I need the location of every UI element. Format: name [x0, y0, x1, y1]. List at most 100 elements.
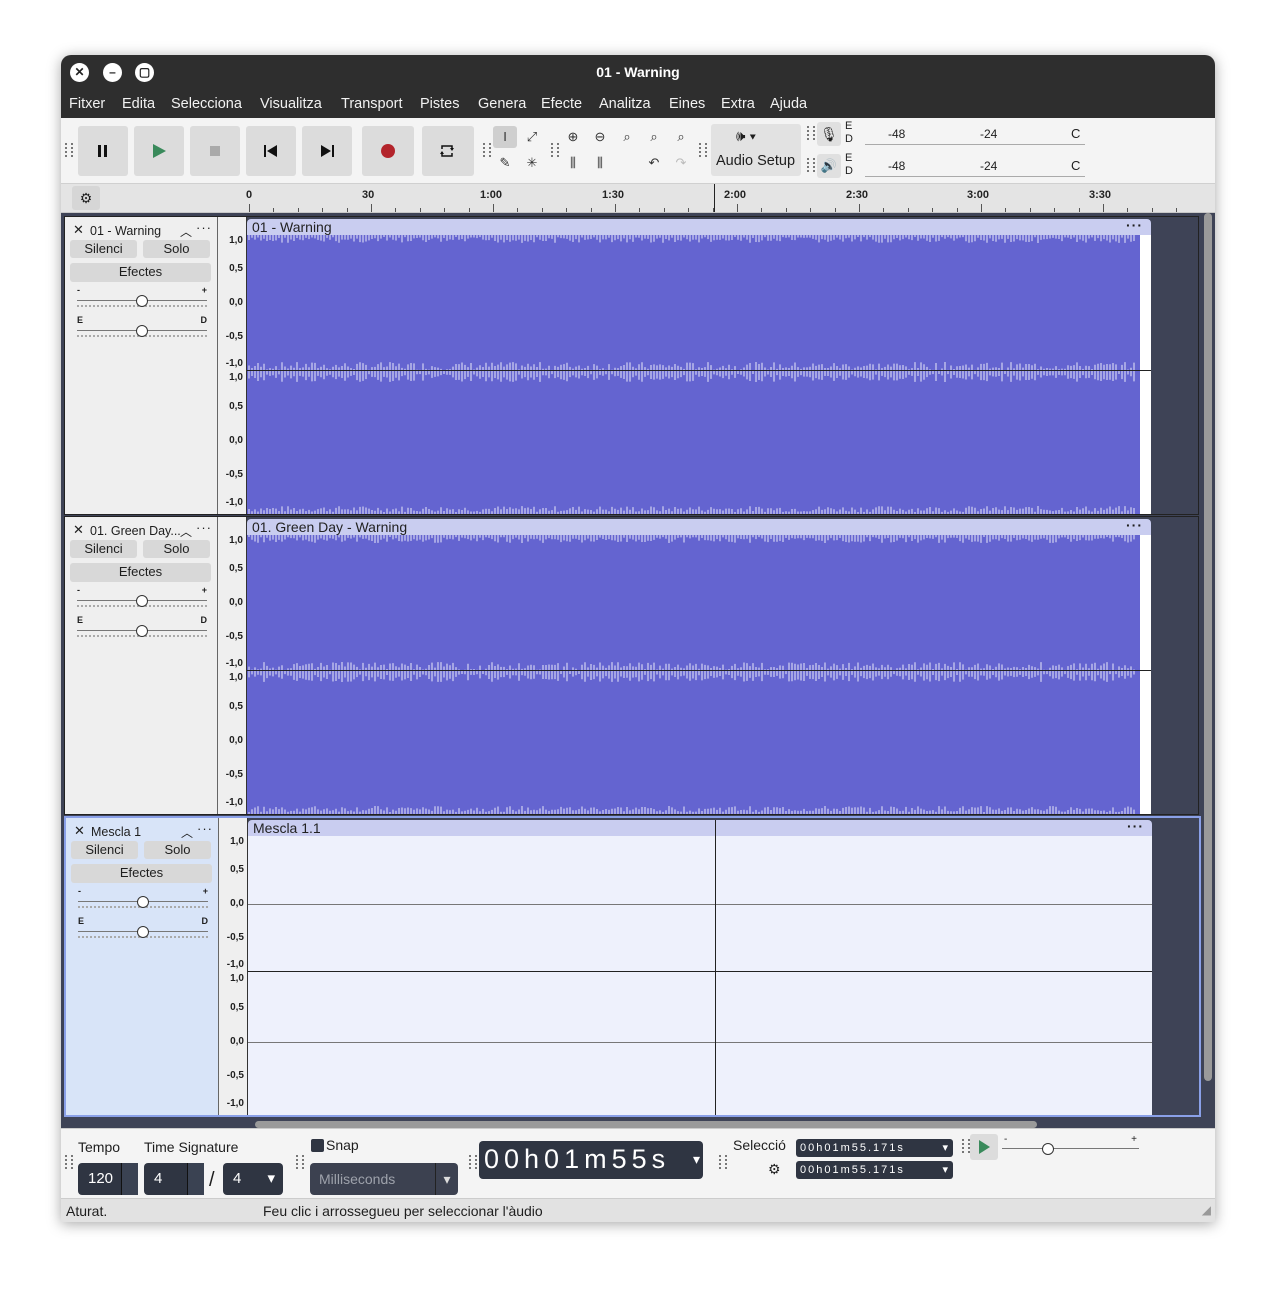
close-track-icon[interactable]: ✕: [74, 823, 85, 839]
track-mescla-1[interactable]: ✕ Mescla 1 ︿ ··· Silenci Solo Efectes - …: [64, 816, 1201, 1117]
pan-slider[interactable]: E D: [78, 916, 208, 938]
play-button[interactable]: [134, 126, 184, 176]
mute-button[interactable]: Silenci: [70, 240, 137, 258]
play-at-speed-button[interactable]: [970, 1134, 998, 1160]
pan-knob[interactable]: [136, 325, 148, 337]
gain-slider[interactable]: - +: [78, 886, 208, 908]
clip-header[interactable]: Mescla 1.1 ···: [248, 818, 1152, 836]
gain-knob[interactable]: [136, 595, 148, 607]
track-menu-icon[interactable]: ···: [196, 520, 212, 535]
clip-menu-icon[interactable]: ···: [1126, 517, 1143, 533]
toolbar-grip[interactable]: [807, 158, 815, 172]
playback-meter[interactable]: E D -48 -24 C: [843, 152, 1088, 177]
toolbar-grip[interactable]: [296, 1155, 304, 1169]
menu-efecte[interactable]: Efecte: [541, 96, 582, 112]
effects-button[interactable]: Efectes: [71, 864, 212, 883]
record-button[interactable]: [362, 126, 414, 176]
toolbar-grip[interactable]: [551, 143, 559, 157]
track-01-warning[interactable]: ✕ 01 - Warning ︿ ··· Silenci Solo Efecte…: [64, 216, 1199, 515]
menu-ajuda[interactable]: Ajuda: [770, 96, 807, 112]
effects-button[interactable]: Efectes: [70, 563, 211, 582]
toolbar-grip[interactable]: [699, 143, 707, 157]
waveform[interactable]: [248, 820, 1152, 1115]
solo-button[interactable]: Solo: [144, 841, 211, 859]
trim-audio-icon[interactable]: ⫼: [561, 152, 585, 174]
time-display[interactable]: 00h01m55s ▾: [479, 1141, 703, 1179]
gain-slider[interactable]: - +: [77, 585, 207, 607]
pan-knob[interactable]: [136, 625, 148, 637]
timeline-ruler[interactable]: ⚙ 0 30 1:00 1:30 2:00 2:30 3:00 3:30: [61, 184, 1215, 213]
mute-button[interactable]: Silenci: [71, 841, 138, 859]
clip-menu-icon[interactable]: ···: [1127, 818, 1144, 834]
microphone-icon[interactable]: 🎙: [817, 122, 841, 146]
speed-knob[interactable]: [1042, 1143, 1054, 1155]
timeline-settings-gear-icon[interactable]: ⚙: [72, 186, 100, 210]
clip-menu-icon[interactable]: ···: [1126, 217, 1143, 233]
solo-button[interactable]: Solo: [143, 540, 210, 558]
track-name[interactable]: 01. Green Day...: [90, 524, 181, 538]
menu-extra[interactable]: Extra: [721, 96, 755, 112]
toolbar-grip[interactable]: [469, 1155, 477, 1169]
effects-button[interactable]: Efectes: [70, 263, 211, 282]
menu-pistes[interactable]: Pistes: [420, 96, 460, 112]
time-signature-denominator[interactable]: 4 ▾: [223, 1163, 283, 1195]
fit-selection-icon[interactable]: ⌕: [615, 126, 639, 148]
selection-tool-icon[interactable]: I: [493, 126, 517, 148]
gain-knob[interactable]: [137, 896, 149, 908]
stop-button[interactable]: [190, 126, 240, 176]
collapse-track-icon[interactable]: ︿: [181, 824, 193, 841]
tempo-input[interactable]: 120: [78, 1163, 138, 1195]
toolbar-grip[interactable]: [962, 1139, 970, 1153]
audio-clip[interactable]: 01 - Warning ···: [247, 217, 1151, 514]
playhead-marker[interactable]: [714, 184, 715, 212]
collapse-track-icon[interactable]: ︿: [180, 523, 192, 540]
collapse-track-icon[interactable]: ︿: [180, 223, 192, 240]
toolbar-grip[interactable]: [807, 126, 815, 140]
undo-icon[interactable]: ↶: [642, 152, 666, 174]
track-menu-icon[interactable]: ···: [196, 220, 212, 235]
zoom-toggle-icon[interactable]: ⌕: [669, 126, 693, 148]
snap-checkbox[interactable]: [311, 1139, 324, 1152]
zoom-in-icon[interactable]: ⊕: [561, 126, 585, 148]
pan-knob[interactable]: [137, 926, 149, 938]
multi-tool-icon[interactable]: ✳: [520, 152, 544, 174]
waveform[interactable]: [247, 535, 1151, 814]
redo-icon[interactable]: ↷: [669, 152, 693, 174]
snap-unit-select[interactable]: Milliseconds ▾: [310, 1163, 458, 1195]
time-signature-numerator[interactable]: 4: [144, 1163, 204, 1195]
playback-speed-slider[interactable]: - +: [1002, 1134, 1139, 1158]
toolbar-grip[interactable]: [65, 143, 73, 157]
toolbar-grip[interactable]: [65, 1155, 73, 1169]
track-green-day-warning[interactable]: ✕ 01. Green Day... ︿ ··· Silenci Solo Ef…: [64, 516, 1199, 815]
audio-clip[interactable]: Mescla 1.1 ···: [248, 818, 1152, 1115]
tempo-stepper-icon[interactable]: [121, 1163, 138, 1195]
menu-visualitza[interactable]: Visualitza: [260, 96, 322, 112]
audio-clip[interactable]: 01. Green Day - Warning ···: [247, 517, 1151, 814]
silence-audio-icon[interactable]: ⫼: [588, 152, 612, 174]
loop-button[interactable]: [422, 126, 474, 176]
clip-header[interactable]: 01. Green Day - Warning ···: [247, 517, 1151, 535]
resize-grip-icon[interactable]: ◢: [1202, 1203, 1211, 1217]
selection-start-time[interactable]: 00h01m55.171s ▾: [796, 1139, 953, 1157]
close-track-icon[interactable]: ✕: [73, 222, 84, 238]
track-name[interactable]: 01 - Warning: [90, 224, 161, 238]
pause-button[interactable]: [78, 126, 128, 176]
pan-slider[interactable]: E D: [77, 615, 207, 637]
menu-genera[interactable]: Genera: [478, 96, 526, 112]
close-track-icon[interactable]: ✕: [73, 522, 84, 538]
record-meter[interactable]: E D -48 -24 C: [843, 120, 1088, 145]
solo-button[interactable]: Solo: [143, 240, 210, 258]
skip-to-start-button[interactable]: [246, 126, 296, 176]
audio-setup-button[interactable]: 🕪 ▾ Audio Setup: [711, 124, 801, 176]
mute-button[interactable]: Silenci: [70, 540, 137, 558]
vertical-scrollbar[interactable]: [1204, 213, 1212, 1081]
clip-header[interactable]: 01 - Warning ···: [247, 217, 1151, 235]
zoom-out-icon[interactable]: ⊖: [588, 126, 612, 148]
menu-edita[interactable]: Edita: [122, 96, 155, 112]
gain-slider[interactable]: - +: [77, 285, 207, 307]
menu-analitza[interactable]: Analitza: [599, 96, 651, 112]
track-menu-icon[interactable]: ···: [197, 821, 213, 836]
gain-knob[interactable]: [136, 295, 148, 307]
numerator-stepper-icon[interactable]: [187, 1163, 204, 1195]
toolbar-grip[interactable]: [483, 143, 491, 157]
